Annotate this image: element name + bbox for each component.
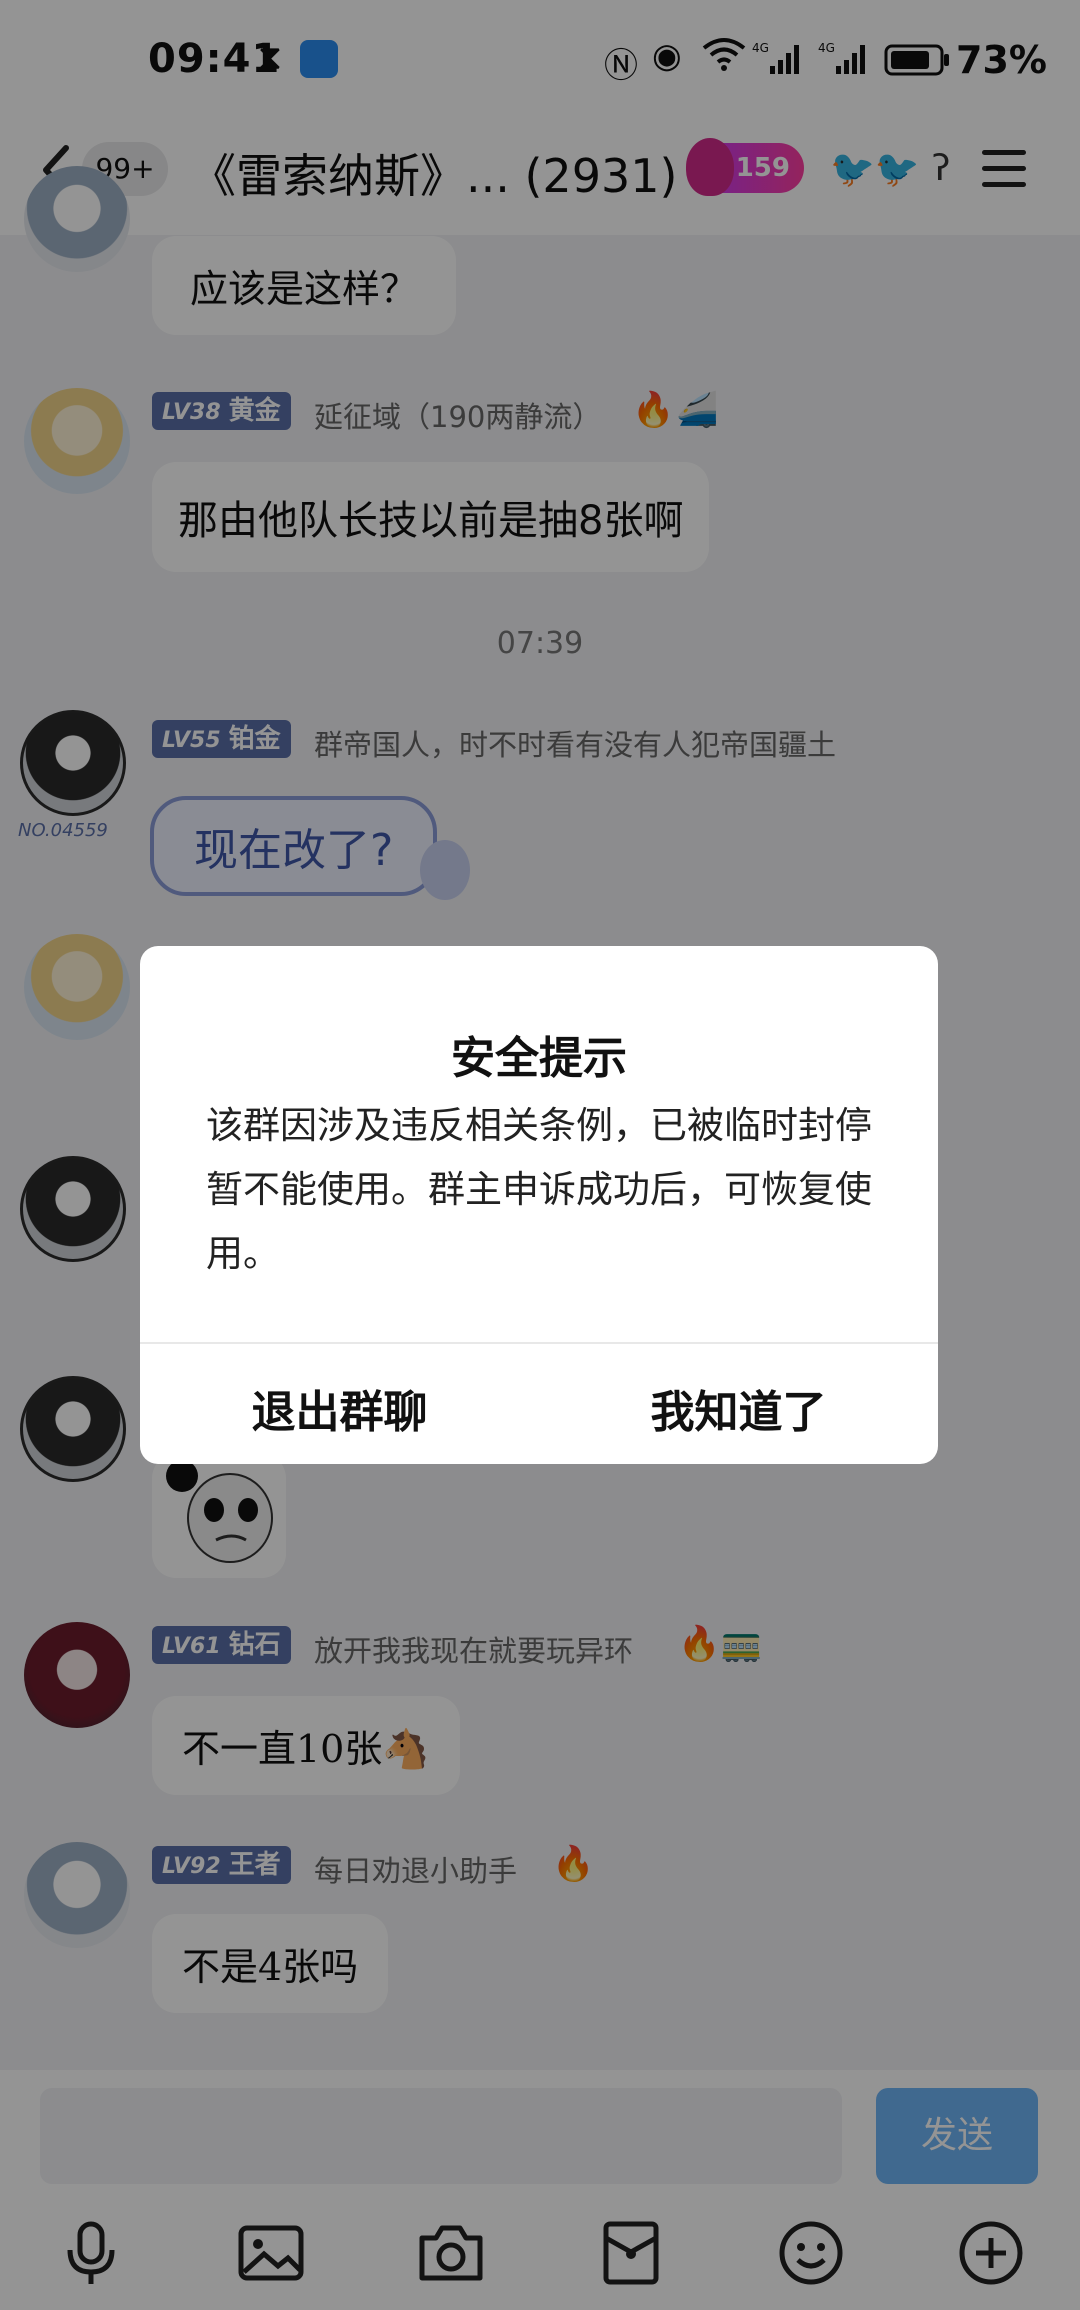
dialog-divider — [140, 1342, 938, 1344]
dialog-title: 安全提示 — [451, 1033, 627, 1084]
dialog-message: 该群因涉及违反相关条例，已被临时封停暂不能使用。群主申诉成功后，可恢复使用。 — [206, 1104, 872, 1275]
exit-group-button[interactable]: 退出群聊 — [140, 1376, 539, 1440]
acknowledge-button[interactable]: 我知道了 — [539, 1376, 938, 1440]
security-dialog: 安全提示 该群因涉及违反相关条例，已被临时封停暂不能使用。群主申诉成功后，可恢复… — [140, 946, 938, 1464]
